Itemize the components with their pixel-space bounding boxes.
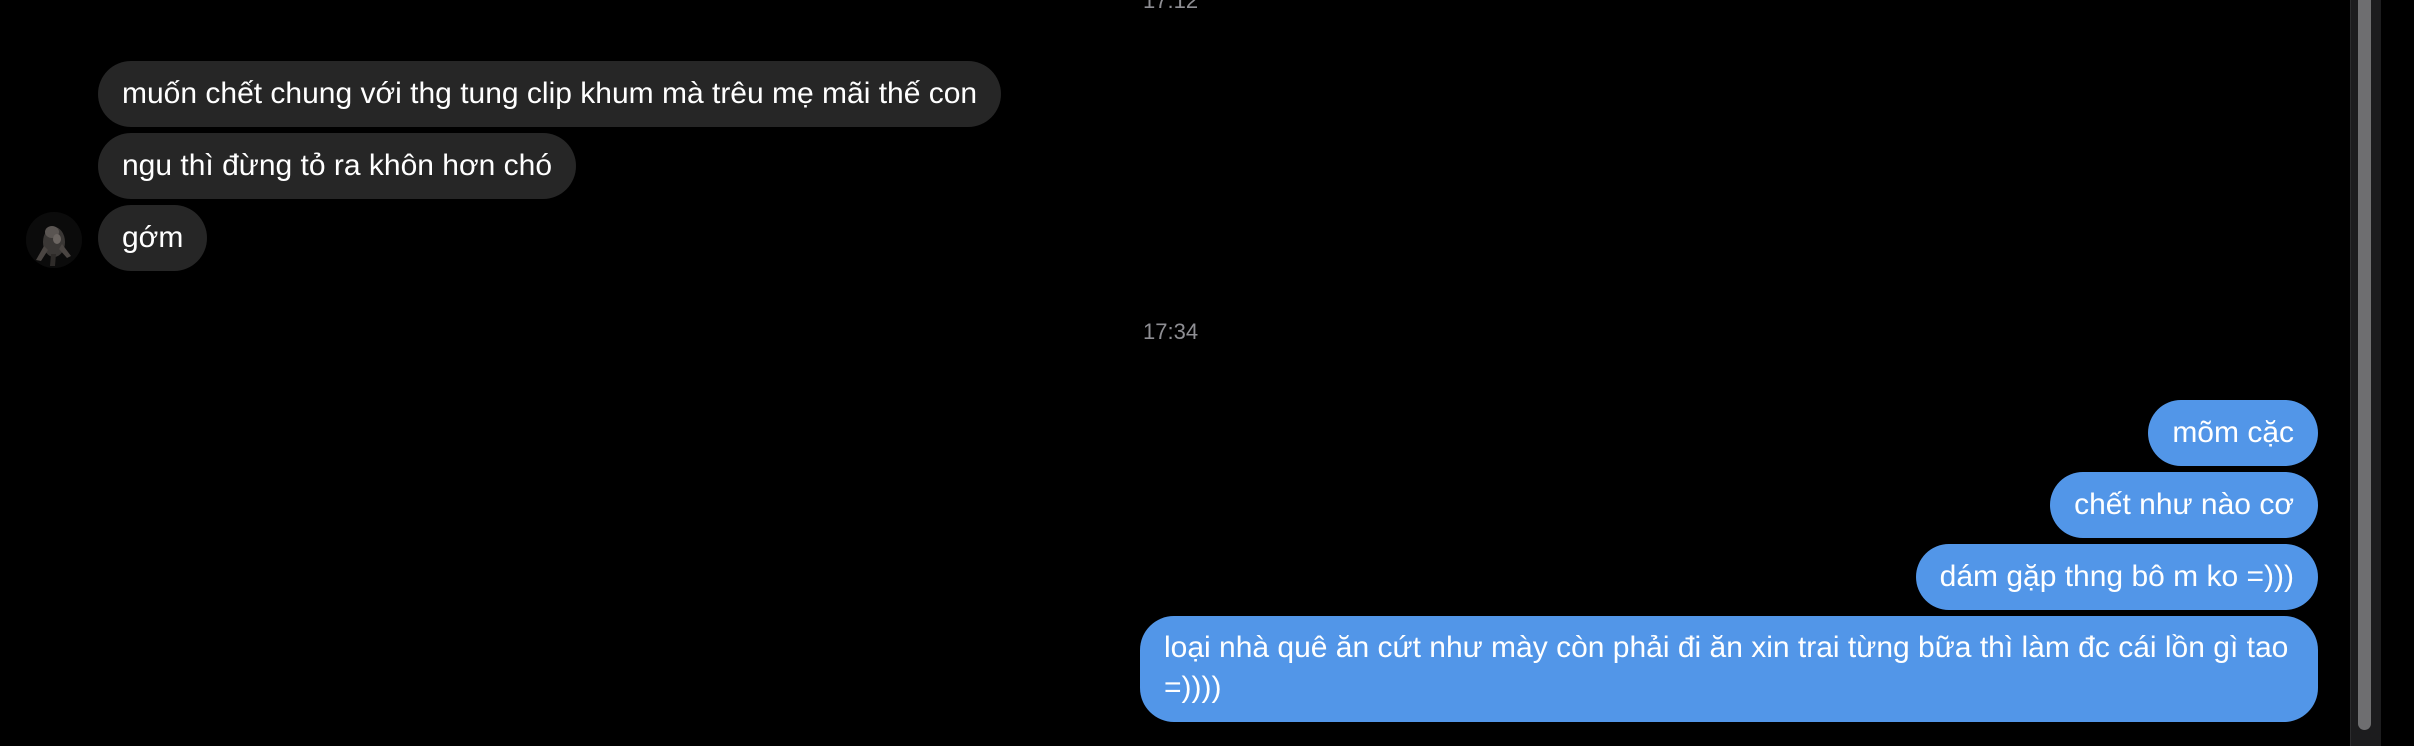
outgoing-message[interactable]: loại nhà quê ăn cứt như mày còn phải đi …	[1140, 616, 2318, 722]
scrollbar-thumb[interactable]	[2358, 0, 2371, 730]
timestamp-divider: 17:34	[1143, 319, 1199, 344]
avatar[interactable]	[26, 212, 82, 268]
timestamp-previous: 17:12	[1143, 0, 1199, 13]
incoming-message[interactable]: muốn chết chung với thg tung clip khum m…	[98, 61, 1002, 127]
contact-avatar-icon	[26, 212, 82, 268]
incoming-message[interactable]: gớm	[98, 205, 208, 271]
outgoing-message[interactable]: chết như nào cơ	[2050, 472, 2318, 538]
outgoing-message[interactable]: mõm cặc	[2148, 400, 2318, 466]
incoming-message[interactable]: ngu thì đừng tỏ ra khôn hơn chó	[98, 133, 577, 199]
window-edge	[2381, 0, 2414, 746]
chat-window: 17:12 muốn chết chung với thg tung clip …	[0, 0, 2414, 746]
outgoing-message[interactable]: dám gặp thng bô m ko =)))	[1915, 544, 2318, 610]
